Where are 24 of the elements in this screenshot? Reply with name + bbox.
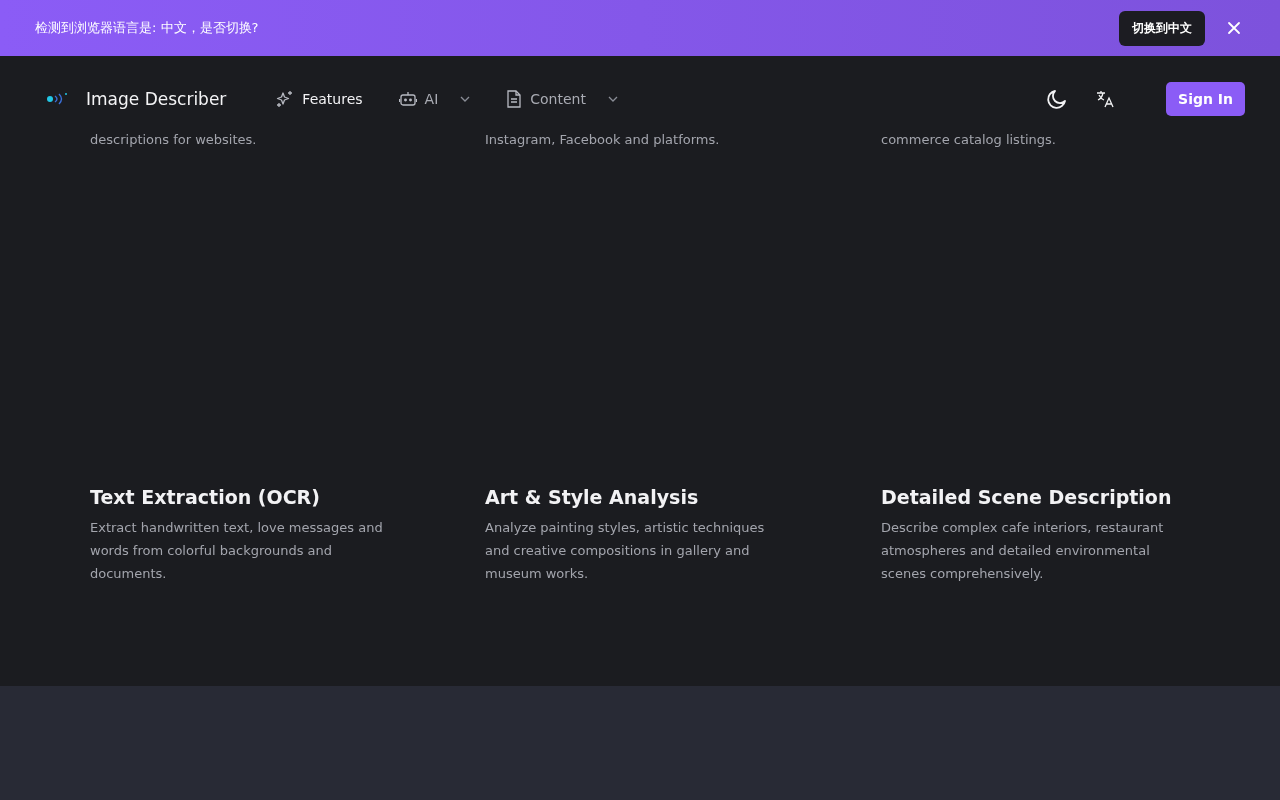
- document-icon: [506, 90, 523, 108]
- moon-icon[interactable]: [1046, 88, 1069, 110]
- banner-message: 检测到浏览器语言是: 中文，是否切换?: [35, 19, 259, 37]
- nav-link[interactable]: Features: [302, 91, 363, 107]
- caret-icon[interactable]: [460, 96, 471, 102]
- card-description: Describe complex cafe interiors, restaurant atmospheres and detailed environmental scenes comprehensively.: [881, 519, 1165, 583]
- card-description: Extract handwritten text, love messages and words from colorful backgrounds and documents.: [90, 519, 384, 583]
- close-icon[interactable]: [1227, 21, 1241, 35]
- nav-link[interactable]: AI: [424, 91, 439, 107]
- card-description: commerce catalog listings.: [881, 131, 1057, 149]
- brand-name[interactable]: Image Describer: [86, 89, 227, 109]
- card-description: Analyze painting styles, artistic techniques and creative compositions in gallery and museum works.: [485, 519, 766, 583]
- robot-icon: [398, 90, 417, 108]
- sparkles-icon: [276, 90, 295, 108]
- card-description: descriptions for websites.: [90, 131, 258, 149]
- card-title: Detailed Scene Description: [881, 486, 1173, 508]
- nav-link[interactable]: Content: [530, 91, 586, 107]
- sign-in-button[interactable]: Sign In: [1166, 82, 1245, 116]
- translate-icon[interactable]: [1096, 90, 1115, 108]
- caret-icon[interactable]: [607, 96, 618, 102]
- card-title: Text Extraction (OCR): [90, 486, 321, 508]
- card-title: Art & Style Analysis: [485, 486, 700, 508]
- card-description: Instagram, Facebook and platforms.: [485, 131, 721, 149]
- switch-language-button[interactable]: 切换到中文: [1119, 10, 1205, 46]
